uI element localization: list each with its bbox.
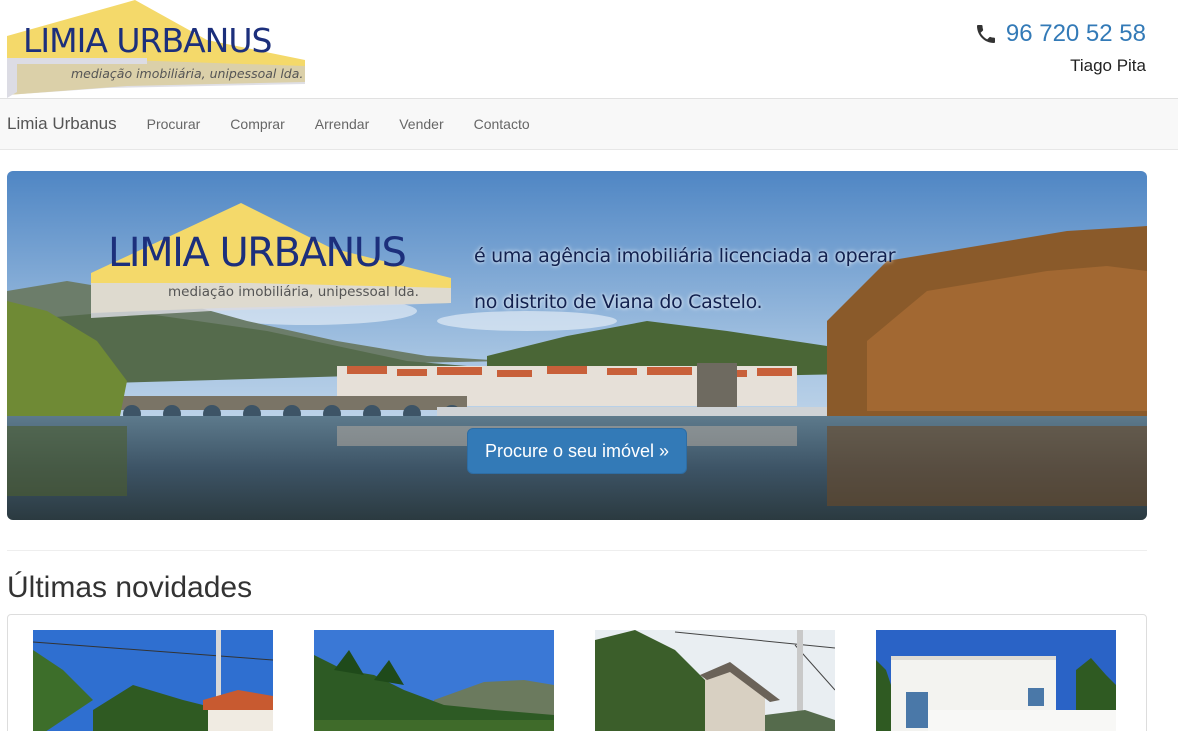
search-property-button[interactable]: Procure o seu imóvel » bbox=[467, 428, 687, 474]
hero-logo-title: LIMIA URBANUS bbox=[108, 230, 407, 276]
nav-item-arrendar[interactable]: Arrendar bbox=[315, 99, 369, 149]
phone-number[interactable]: 96 720 52 58 bbox=[974, 18, 1146, 50]
site-logo[interactable]: LIMIA URBANUS mediação imobiliária, unip… bbox=[7, 0, 307, 98]
agent-name: Tiago Pita bbox=[1070, 56, 1146, 75]
site-header: LIMIA URBANUS mediação imobiliária, unip… bbox=[0, 0, 1178, 98]
listing-thumbnail-3[interactable] bbox=[595, 630, 835, 731]
listing-thumbnail-1[interactable] bbox=[33, 630, 273, 731]
listing-thumbnail-4[interactable] bbox=[876, 630, 1116, 731]
phone-text: 96 720 52 58 bbox=[1005, 20, 1146, 47]
hero-tagline-line2: no distrito de Viana do Castelo. bbox=[474, 291, 763, 313]
nav-item-procurar[interactable]: Procurar bbox=[147, 99, 201, 149]
hero-tagline-line1: é uma agência imobiliária licenciada a o… bbox=[474, 245, 896, 267]
logo-title: LIMIA URBANUS bbox=[23, 21, 272, 60]
nav-item-vender[interactable]: Vender bbox=[399, 99, 443, 149]
hero-tagline: é uma agência imobiliária licenciada a o… bbox=[474, 233, 896, 325]
latest-listings bbox=[7, 614, 1147, 731]
hero-banner: LIMIA URBANUS mediação imobiliária, unip… bbox=[7, 171, 1147, 520]
hero-logo-subtitle: mediação imobiliária, unipessoal lda. bbox=[168, 284, 419, 300]
main-navbar: Limia Urbanus Procurar Comprar Arrendar … bbox=[0, 98, 1178, 150]
listing-thumbnail-2[interactable] bbox=[314, 630, 554, 731]
nav-item-contacto[interactable]: Contacto bbox=[474, 99, 530, 149]
section-divider bbox=[7, 550, 1147, 551]
latest-section-title: Últimas novidades bbox=[7, 571, 253, 604]
header-contact: 96 720 52 58 Tiago Pita bbox=[974, 18, 1146, 77]
phone-icon bbox=[974, 22, 998, 46]
nav-item-comprar[interactable]: Comprar bbox=[230, 99, 284, 149]
logo-subtitle: mediação imobiliária, unipessoal lda. bbox=[71, 66, 304, 81]
navbar-brand[interactable]: Limia Urbanus bbox=[7, 99, 117, 149]
